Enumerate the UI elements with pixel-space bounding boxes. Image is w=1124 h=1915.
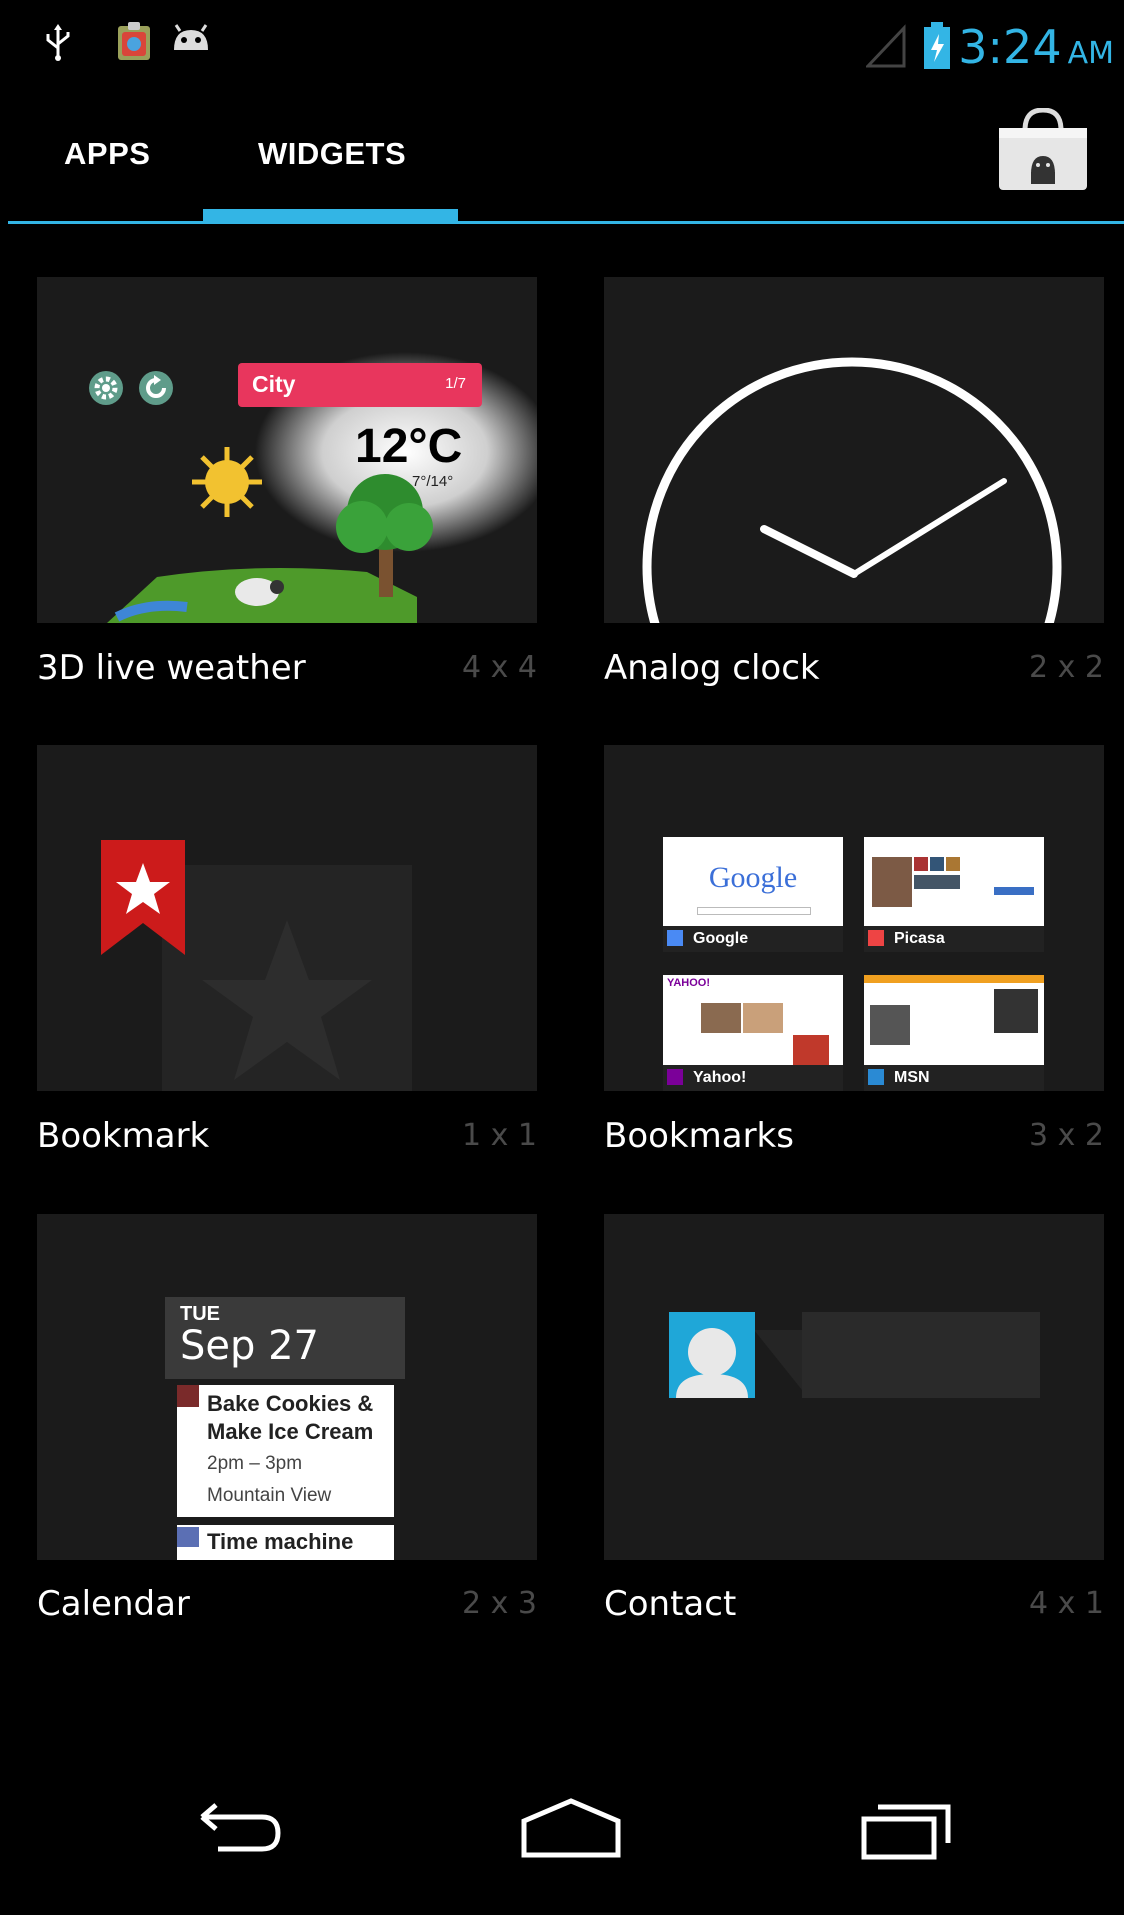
settings-gear-icon [89, 371, 123, 405]
event1-location: Mountain View [207, 1485, 332, 1506]
city-page: 1/7 [445, 375, 466, 392]
widget-name-bookmarks: Bookmarks [604, 1116, 794, 1156]
google-logo: Google [708, 861, 798, 894]
calendar-event-2: Time machine [177, 1525, 394, 1560]
widget-preview-bookmark[interactable] [37, 745, 537, 1091]
bookmark-label-picasa: Picasa [894, 930, 945, 947]
widget-preview-bookmarks[interactable]: Google Google Picasa YAHOO! Yahoo! MSN [604, 745, 1104, 1091]
widget-size-analog-clock: 2 x 2 [1029, 650, 1104, 685]
widget-size-3d-live-weather: 4 x 4 [462, 650, 537, 685]
refresh-icon [139, 371, 173, 405]
status-bar: 3:24 AM [0, 0, 1124, 100]
widget-size-bookmark: 1 x 1 [462, 1118, 537, 1153]
yahoo-logo: YAHOO! [667, 977, 710, 989]
bookmark-label-google: Google [693, 930, 749, 947]
city-selector: City 1/7 [238, 363, 482, 407]
bookmark-thumb-picasa: Picasa [864, 837, 1044, 952]
battery-charging-icon [924, 22, 950, 69]
contact-preview-art [669, 1312, 1040, 1398]
temperature: 12°C [355, 420, 463, 473]
event1-time: 2pm – 3pm [207, 1453, 303, 1474]
app-notification-icon [118, 22, 150, 60]
bookmark-thumb-yahoo: YAHOO! Yahoo! [663, 975, 843, 1091]
widget-name-analog-clock: Analog clock [604, 648, 820, 688]
temperature-range: 7°/14° [412, 473, 454, 490]
widget-size-contact: 4 x 1 [1029, 1586, 1104, 1621]
widget-preview-calendar[interactable]: TUE Sep 27 Bake Cookies & Make Ice Cream… [37, 1214, 537, 1560]
android-debug-icon [174, 24, 208, 50]
bookmark-thumb-google: Google Google [663, 837, 843, 952]
usb-icon [46, 24, 70, 61]
tab-apps[interactable]: APPS [64, 136, 150, 172]
clock-time: 3:24 AM [958, 20, 1114, 74]
bookmark-preview-art [101, 840, 412, 1091]
widget-name-bookmark: Bookmark [37, 1116, 210, 1156]
calendar-date-header: TUE Sep 27 [165, 1297, 405, 1379]
widget-preview-analog-clock[interactable] [604, 277, 1104, 623]
calendar-date: Sep 27 [180, 1323, 320, 1369]
widget-name-contact: Contact [604, 1584, 737, 1624]
bookmark-label-yahoo: Yahoo! [693, 1069, 747, 1086]
signal-icon [866, 24, 906, 68]
widget-size-calendar: 2 x 3 [462, 1586, 537, 1621]
widget-preview-contact[interactable] [604, 1214, 1104, 1560]
back-icon[interactable] [182, 1795, 282, 1865]
navigation-bar [0, 1765, 1124, 1915]
tab-widgets[interactable]: WIDGETS [258, 136, 406, 172]
widget-size-bookmarks: 3 x 2 [1029, 1118, 1104, 1153]
analog-clock-face [642, 357, 1062, 623]
calendar-event-1: Bake Cookies & Make Ice Cream 2pm – 3pm … [177, 1385, 394, 1517]
tab-bar: APPS WIDGETS [0, 100, 1124, 226]
recents-icon[interactable] [856, 1795, 960, 1865]
widget-name-3d-live-weather: 3D live weather [37, 648, 306, 688]
bookmark-thumb-msn: MSN [864, 975, 1044, 1091]
city-label: City [252, 371, 296, 397]
widget-preview-3d-live-weather[interactable]: City 1/7 12°C 7°/14° [37, 277, 537, 623]
home-icon[interactable] [516, 1795, 626, 1865]
tab-divider [8, 221, 1124, 224]
widget-name-calendar: Calendar [37, 1584, 190, 1624]
event1-title-line2: Make Ice Cream [207, 1419, 374, 1444]
event2-title: Time machine [207, 1529, 354, 1554]
play-store-button[interactable] [995, 108, 1091, 192]
event1-title-line1: Bake Cookies & [207, 1391, 374, 1416]
bookmark-label-msn: MSN [894, 1069, 930, 1086]
